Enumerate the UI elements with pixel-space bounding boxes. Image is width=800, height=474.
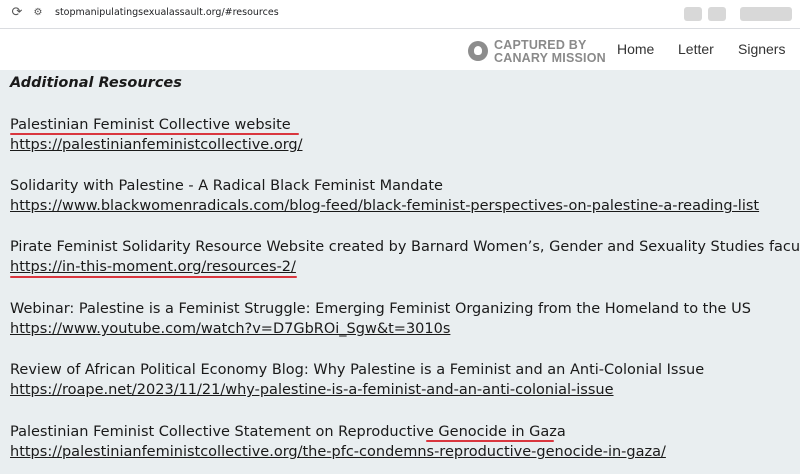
resource-link[interactable]: https://in-this-moment.org/resources-2/ <box>10 257 800 277</box>
resource-title: Palestinian Feminist Collective Statemen… <box>10 422 800 442</box>
resource-title: Webinar: Palestine is a Feminist Struggl… <box>10 301 751 317</box>
resource-title: Solidarity with Palestine - A Radical Bl… <box>10 178 443 194</box>
browser-address-bar: ⟳ ⚙ stopmanipulatingsexualassault.org/#r… <box>0 0 800 29</box>
site-header: CAPTURED BY CANARY MISSION Home Letter S… <box>0 29 800 70</box>
canary-mission-stamp: CAPTURED BY CANARY MISSION <box>468 38 608 66</box>
annotation-underline <box>10 276 297 278</box>
stamp-text: CAPTURED BY CANARY MISSION <box>494 39 606 65</box>
nav-home[interactable]: Home <box>617 41 654 57</box>
stamp-text-line2: CANARY MISSION <box>494 51 606 65</box>
resource-title: Palestinian Feminist Collective website <box>10 117 291 133</box>
resource-link[interactable]: https://roape.net/2023/11/21/why-palesti… <box>10 380 800 400</box>
resource-item: Webinar: Palestine is a Feminist Struggl… <box>10 299 800 339</box>
canary-icon <box>468 41 488 61</box>
section-heading: Additional Resources <box>10 75 182 91</box>
resource-item: Solidarity with Palestine - A Radical Bl… <box>10 176 800 216</box>
annotation-underline <box>10 133 299 135</box>
resource-link[interactable]: https://www.blackwomenradicals.com/blog-… <box>10 196 800 216</box>
resource-item: Review of African Political Economy Blog… <box>10 360 800 400</box>
resource-item: Palestinian Feminist Collective Statemen… <box>10 422 800 462</box>
browser-extension-icon[interactable] <box>740 7 792 21</box>
reload-icon[interactable]: ⟳ <box>10 6 24 20</box>
resource-title-prefix: Palestinian Feminist Collective Statemen… <box>10 424 439 440</box>
resource-link[interactable]: https://www.youtube.com/watch?v=D7GbROi_… <box>10 319 800 339</box>
browser-extension-icon[interactable] <box>708 7 726 21</box>
resource-link[interactable]: https://palestinianfeministcollective.or… <box>10 442 800 462</box>
url-field[interactable]: stopmanipulatingsexualassault.org/#resou… <box>55 6 279 20</box>
resource-item: Pirate Feminist Solidarity Resource Webs… <box>10 237 800 277</box>
resource-item: Palestinian Feminist Collective website … <box>10 115 800 155</box>
resource-link[interactable]: https://palestinianfeministcollective.or… <box>10 135 800 155</box>
resource-title: Pirate Feminist Solidarity Resource Webs… <box>10 239 800 255</box>
browser-extension-icon[interactable] <box>684 7 702 21</box>
nav-signers[interactable]: Signers <box>738 41 785 57</box>
annotation-underline <box>426 440 554 442</box>
site-info-icon[interactable]: ⚙ <box>32 7 44 19</box>
resource-title: Review of African Political Economy Blog… <box>10 362 705 378</box>
resource-title-highlight: Genocide in Gaza <box>438 424 566 440</box>
nav-letter[interactable]: Letter <box>678 41 714 57</box>
stamp-text-line1: CAPTURED BY <box>494 38 587 52</box>
